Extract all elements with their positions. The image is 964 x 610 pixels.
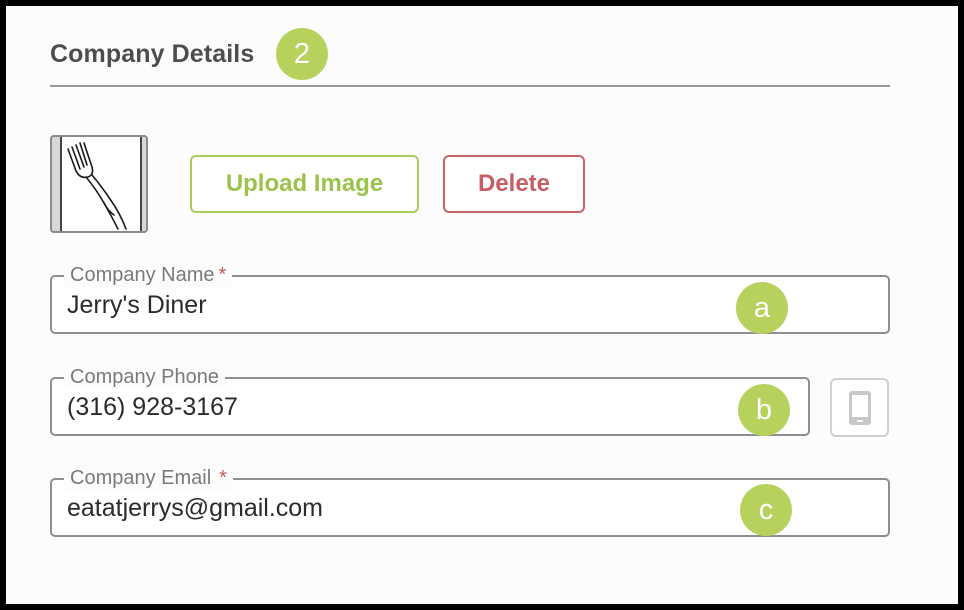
company-image-thumbnail[interactable] <box>50 135 148 233</box>
required-marker: * <box>219 467 227 489</box>
callout-badge-a: a <box>736 282 788 334</box>
fork-icon <box>67 142 127 230</box>
mobile-phone-icon <box>848 390 871 425</box>
image-canvas <box>60 137 142 231</box>
delete-image-button[interactable]: Delete <box>443 155 585 213</box>
company-email-value[interactable]: eatatjerrys@gmail.com <box>67 494 323 523</box>
title-divider <box>50 85 890 87</box>
mobile-phone-button[interactable] <box>830 378 889 437</box>
company-details-panel: Company Details 2 Upload Image Delete Co… <box>6 6 958 604</box>
company-email-label: Company Email * <box>64 466 233 490</box>
company-name-value[interactable]: Jerry's Diner <box>67 291 207 320</box>
section-title: Company Details <box>50 40 255 68</box>
company-phone-field[interactable]: Company Phone (316) 928-3167 <box>50 365 810 436</box>
callout-badge-b: b <box>738 384 790 436</box>
required-marker: * <box>218 264 227 286</box>
company-phone-value[interactable]: (316) 928-3167 <box>67 393 238 422</box>
company-name-label: Company Name * <box>64 263 233 287</box>
step-badge: 2 <box>276 28 328 80</box>
upload-image-button[interactable]: Upload Image <box>190 155 419 213</box>
company-phone-label: Company Phone <box>64 365 225 389</box>
callout-badge-c: c <box>740 484 792 536</box>
